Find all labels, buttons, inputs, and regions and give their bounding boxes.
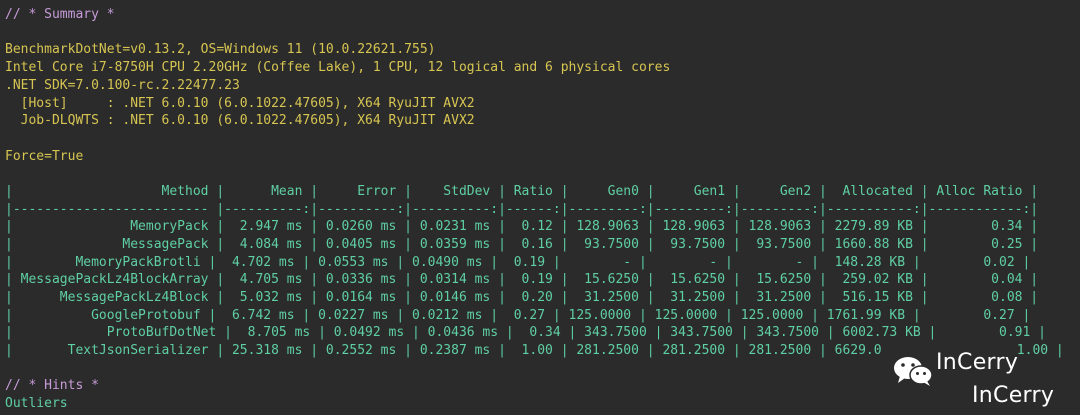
table-separator: |------------------------- |----------:|…	[5, 202, 1039, 217]
table-row: | MessagePackLz4BlockArray | 4.705 ms | …	[5, 272, 1039, 287]
table-row: | MessagePack | 4.084 ms | 0.0405 ms | 0…	[5, 237, 1039, 252]
env-benchmark-version: BenchmarkDotNet=v0.13.2, OS=Windows 11 (…	[5, 42, 436, 57]
table-row: | TextJsonSerializer | 25.318 ms | 0.255…	[5, 343, 882, 358]
hints-outliers: Outliers	[5, 396, 68, 411]
env-sdk: .NET SDK=7.0.100-rc.2.22477.23	[5, 78, 240, 93]
watermark-text-primary: InCerry	[936, 350, 1019, 375]
wechat-icon	[894, 357, 933, 386]
table-row: | MessagePackLz4Block | 5.032 ms | 0.016…	[5, 290, 1039, 305]
hints-comment: // * Hints *	[5, 378, 99, 393]
env-force: Force=True	[5, 149, 84, 164]
table-header: | Method | Mean | Error | StdDev | Ratio…	[5, 184, 1039, 199]
table-row: | GoogleProtobuf | 6.742 ms | 0.0227 ms …	[5, 308, 1031, 323]
watermark: InCerry InCerry	[884, 348, 1074, 412]
env-cpu: Intel Core i7-8750H CPU 2.20GHz (Coffee …	[5, 60, 671, 75]
table-row: | MemoryPackBrotli | 4.702 ms | 0.0553 m…	[5, 255, 1031, 270]
terminal-window: { "header": { "summary_comment": "// * S…	[0, 0, 1080, 415]
table-row: | ProtoBufDotNet | 8.705 ms | 0.0492 ms …	[5, 325, 1046, 340]
env-job: Job-DLQWTS : .NET 6.0.10 (6.0.1022.47605…	[5, 113, 475, 128]
table-row: | MemoryPack | 2.947 ms | 0.0260 ms | 0.…	[5, 219, 1039, 234]
summary-comment: // * Summary *	[5, 7, 115, 22]
watermark-text-secondary: InCerry	[972, 383, 1055, 408]
env-host: [Host] : .NET 6.0.10 (6.0.1022.47605), X…	[5, 96, 475, 111]
